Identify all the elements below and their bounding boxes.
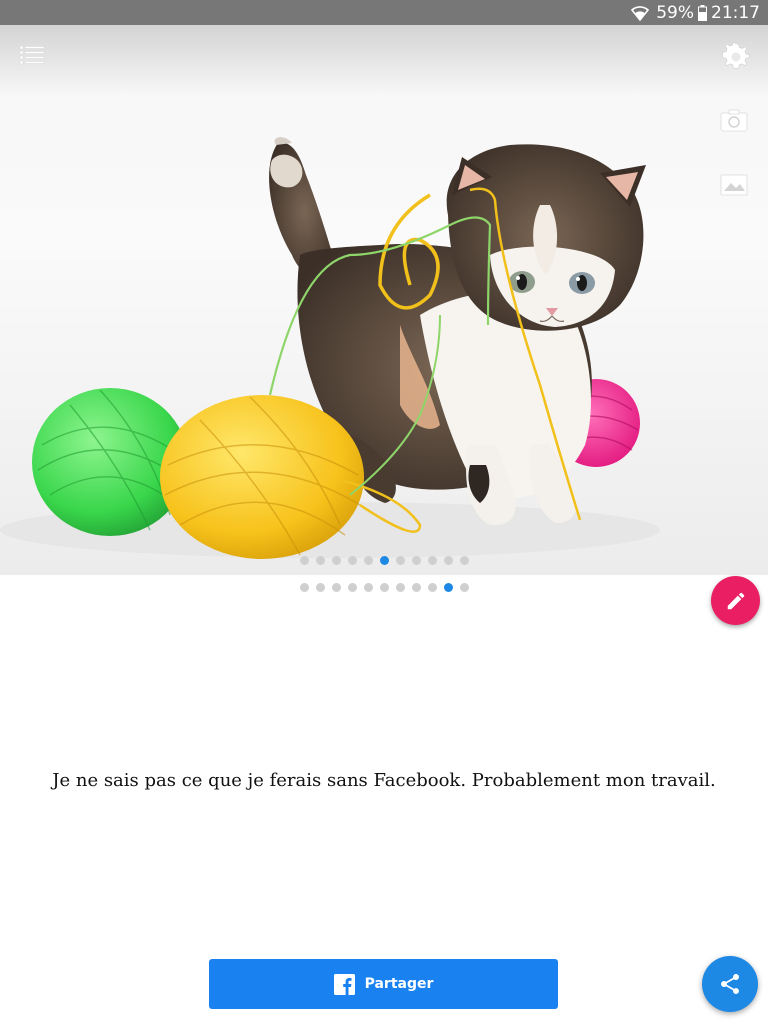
text-pager-dot[interactable]	[299, 583, 309, 592]
edit-fab[interactable]	[711, 576, 760, 625]
image-pager-dot[interactable]	[379, 556, 389, 565]
image-pager-dot[interactable]	[347, 556, 357, 565]
text-pager-dot[interactable]	[395, 583, 405, 592]
text-pager-dot[interactable]	[331, 583, 341, 592]
text-pager-dot[interactable]	[427, 583, 437, 592]
text-pager-dot[interactable]	[347, 583, 357, 592]
image-pager-dots	[0, 556, 768, 565]
text-pager-dot[interactable]	[315, 583, 325, 592]
image-pager-dot[interactable]	[363, 556, 373, 565]
quote-text: Je ne sais pas ce que je ferais sans Fac…	[52, 770, 716, 791]
gallery-image-icon	[720, 174, 748, 196]
image-pager-dot[interactable]	[459, 556, 469, 565]
share-fab[interactable]	[702, 956, 758, 1012]
menu-button[interactable]	[14, 39, 50, 69]
image-pager-dot[interactable]	[427, 556, 437, 565]
kitten-yarn-illustration	[0, 137, 660, 559]
image-pager-dot[interactable]	[315, 556, 325, 565]
status-time: 21:17	[711, 2, 760, 23]
image-pager-dot[interactable]	[395, 556, 405, 565]
settings-button[interactable]	[718, 39, 754, 75]
hero-image[interactable]	[0, 25, 768, 575]
text-pager-dots	[0, 583, 768, 592]
settings-gear-icon	[722, 40, 750, 69]
camera-icon	[720, 109, 748, 132]
share-icon	[721, 974, 739, 994]
text-pager-dot[interactable]	[363, 583, 373, 592]
pencil-icon	[727, 592, 744, 609]
text-pager-dot[interactable]	[443, 583, 453, 592]
top-gradient-overlay	[0, 25, 768, 95]
facebook-icon	[333, 973, 355, 995]
battery-percent: 59%	[656, 2, 694, 23]
yellow-yarn-ball	[160, 395, 364, 559]
gallery-button[interactable]	[718, 169, 750, 199]
battery-icon	[698, 4, 707, 21]
text-pager-dot[interactable]	[379, 583, 389, 592]
image-pager-dot[interactable]	[411, 556, 421, 565]
text-pager-dot[interactable]	[459, 583, 469, 592]
share-button-label: Partager	[364, 976, 434, 992]
text-pager-dot[interactable]	[411, 583, 421, 592]
image-pager-dot[interactable]	[443, 556, 453, 565]
image-pager-dot[interactable]	[331, 556, 341, 565]
camera-button[interactable]	[718, 105, 750, 135]
image-pager-dot[interactable]	[299, 556, 309, 565]
status-bar: 59% 21:17	[0, 0, 768, 25]
menu-list-icon	[19, 45, 45, 65]
facebook-share-button[interactable]: Partager	[209, 959, 558, 1009]
wifi-icon	[631, 5, 650, 21]
app-screen: 59% 21:17 Je ne sais pas ce que je ferai…	[0, 0, 768, 1024]
